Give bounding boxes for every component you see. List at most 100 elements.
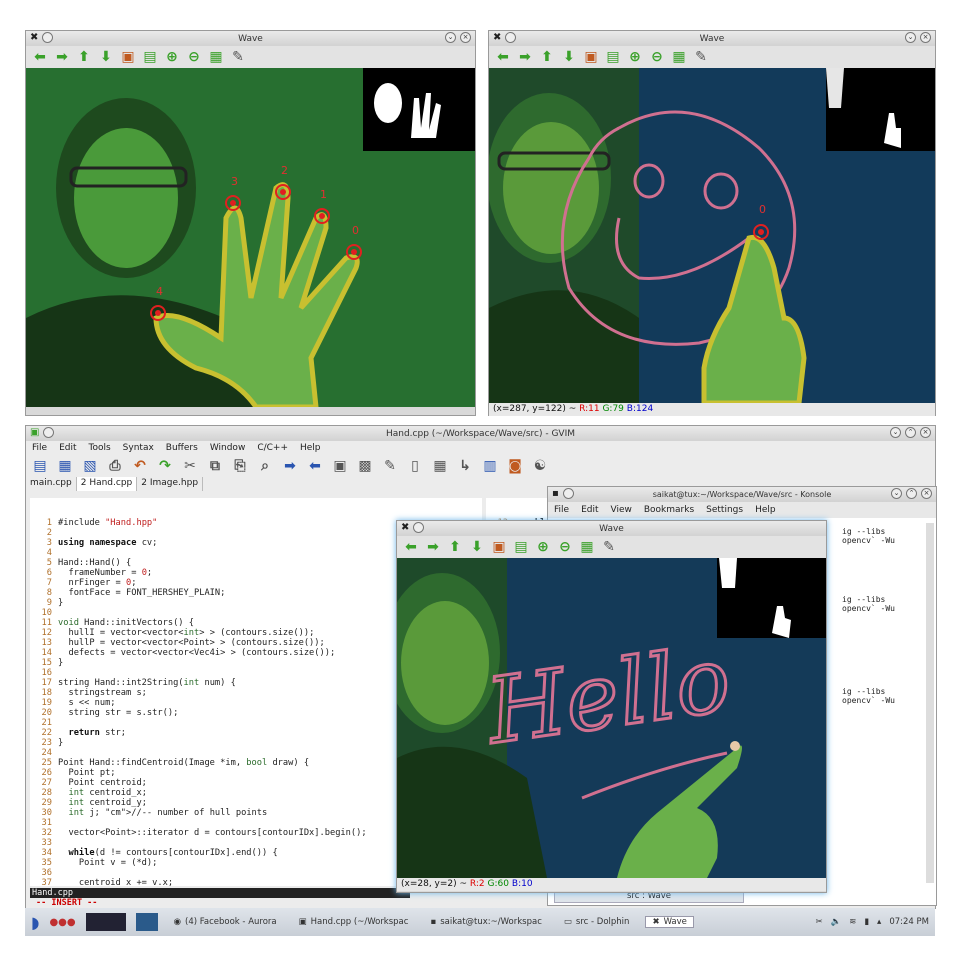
minimize-button[interactable]: ⌄ [891, 488, 902, 499]
minimize-button[interactable]: ⌄ [445, 32, 456, 43]
arrow-left-icon[interactable]: ⬅ [403, 539, 419, 555]
menu-icon[interactable] [413, 522, 425, 533]
find-icon[interactable]: ⌕ [257, 458, 273, 474]
close-button[interactable]: × [920, 32, 931, 43]
save-icon[interactable]: ▦ [579, 539, 595, 555]
arrow-right-icon[interactable]: ➡ [425, 539, 441, 555]
arrow-right-icon[interactable]: ➡ [517, 49, 533, 65]
yin-yang-icon[interactable]: ☯ [532, 458, 548, 474]
task-wave[interactable]: ✖ Wave [645, 916, 694, 928]
paste-icon[interactable]: ⎘ [232, 458, 248, 474]
menu-view[interactable]: View [611, 505, 632, 515]
menu-icon[interactable] [505, 32, 517, 43]
arrow-down-icon[interactable]: ⬇ [469, 539, 485, 555]
save-icon[interactable]: ▦ [57, 458, 73, 474]
arrow-left-icon[interactable]: ⬅ [495, 49, 511, 65]
save-all-icon[interactable]: ▧ [82, 458, 98, 474]
minimize-button[interactable]: ⌄ [905, 32, 916, 43]
menu-syntax[interactable]: Syntax [123, 443, 154, 453]
brush-icon[interactable]: ✎ [601, 539, 617, 555]
picture-icon[interactable]: ▤ [142, 49, 158, 65]
task-gvim[interactable]: ▣ Hand.cpp (~/Workspac [293, 917, 415, 927]
copy-icon[interactable]: ⧉ [207, 458, 223, 474]
arrow-down-icon[interactable]: ⬇ [98, 49, 114, 65]
arrow-right-icon[interactable]: ➡ [54, 49, 70, 65]
build-icon[interactable]: ▩ [357, 458, 373, 474]
task-konsole[interactable]: ▪ saikat@tux:~/Workspac [424, 917, 547, 927]
menu-help[interactable]: Help [300, 443, 321, 453]
forward-icon[interactable]: ➡ [282, 458, 298, 474]
menu-icon[interactable] [42, 32, 54, 43]
session-icon[interactable]: ▣ [332, 458, 348, 474]
minimize-button[interactable]: ⌄ [890, 427, 901, 438]
zoom-in-icon[interactable]: ⊕ [535, 539, 551, 555]
menu-edit[interactable]: Edit [59, 443, 76, 453]
wifi-icon[interactable]: ≋ [849, 917, 856, 927]
volume-icon[interactable]: 🔈 [831, 917, 842, 927]
zoom-in-icon[interactable]: ⊕ [627, 49, 643, 65]
tab-main-cpp[interactable]: main.cpp [26, 477, 77, 491]
close-button[interactable]: × [920, 427, 931, 438]
pager-icon[interactable] [85, 913, 126, 931]
table-icon[interactable]: ▦ [432, 458, 448, 474]
menu-file[interactable]: File [554, 505, 569, 515]
arrow-left-icon[interactable]: ⬅ [32, 49, 48, 65]
undo-icon[interactable]: ↶ [132, 458, 148, 474]
picture-icon[interactable]: ▤ [605, 49, 621, 65]
maximize-button[interactable]: ⌃ [906, 488, 917, 499]
arrow-up-icon[interactable]: ⬆ [76, 49, 92, 65]
brush-icon[interactable]: ✎ [230, 49, 246, 65]
menu-edit[interactable]: Edit [581, 505, 598, 515]
print-icon[interactable]: ⎙ [107, 458, 123, 474]
desktop-icon[interactable] [135, 913, 158, 931]
maximize-button[interactable]: ⌃ [905, 427, 916, 438]
zoom-in-icon[interactable]: ⊕ [164, 49, 180, 65]
redo-icon[interactable]: ↷ [157, 458, 173, 474]
zoom-out-icon[interactable]: ⊖ [557, 539, 573, 555]
save-icon[interactable]: ▦ [208, 49, 224, 65]
menu-file[interactable]: File [32, 443, 47, 453]
script-icon[interactable]: ▥ [482, 458, 498, 474]
task-dolphin[interactable]: ▭ src - Dolphin [558, 917, 636, 927]
close-button[interactable]: × [921, 488, 932, 499]
titlebar[interactable]: ✖ Wave ⌄ × [26, 31, 475, 46]
save-icon[interactable]: ▦ [671, 49, 687, 65]
tab-image-hpp[interactable]: 2 Image.hpp [137, 477, 204, 491]
zoom-out-icon[interactable]: ⊖ [186, 49, 202, 65]
tab-hand-cpp[interactable]: 2 Hand.cpp [76, 477, 138, 491]
task-facebook[interactable]: ◉ (4) Facebook - Aurora [168, 917, 283, 927]
titlebar[interactable]: ✖ Wave ⌄ × [489, 31, 935, 46]
menu-icon[interactable] [562, 488, 574, 499]
zoom-out-icon[interactable]: ⊖ [649, 49, 665, 65]
close-button[interactable]: × [460, 32, 471, 43]
brush-icon[interactable]: ✎ [693, 49, 709, 65]
scrollbar[interactable] [926, 523, 934, 883]
jump-icon[interactable]: ↳ [457, 458, 473, 474]
menu-tools[interactable]: Tools [89, 443, 111, 453]
image-icon[interactable]: ▣ [583, 49, 599, 65]
arrow-up-icon[interactable]: ⬆ [539, 49, 555, 65]
image-icon[interactable]: ▣ [120, 49, 136, 65]
cut-icon[interactable]: ✂ [182, 458, 198, 474]
menu-icon[interactable] [43, 427, 55, 438]
menu-buffers[interactable]: Buffers [166, 443, 198, 453]
arrow-up-icon[interactable]: ⬆ [447, 539, 463, 555]
menu-bookmarks[interactable]: Bookmarks [644, 505, 694, 515]
tag-icon[interactable]: ▯ [407, 458, 423, 474]
menu-help[interactable]: Help [755, 505, 776, 515]
titlebar[interactable]: ✖ Wave [397, 521, 826, 536]
menu-settings[interactable]: Settings [706, 505, 743, 515]
help-icon[interactable]: ◙ [507, 458, 523, 474]
kde-menu-icon[interactable]: ◗ [25, 913, 39, 932]
titlebar[interactable]: ▣ Hand.cpp (~/Workspace/Wave/src) - GVIM… [26, 426, 935, 441]
arrow-down-icon[interactable]: ⬇ [561, 49, 577, 65]
image-icon[interactable]: ▣ [491, 539, 507, 555]
battery-icon[interactable]: ▮ [864, 917, 869, 927]
make-icon[interactable]: ✎ [382, 458, 398, 474]
titlebar[interactable]: ▪ saikat@tux:~/Workspace/Wave/src - Kons… [548, 487, 936, 502]
menu-window[interactable]: Window [210, 443, 246, 453]
picture-icon[interactable]: ▤ [513, 539, 529, 555]
scissors-icon[interactable]: ✂ [816, 917, 823, 927]
back-icon[interactable]: ⬅ [307, 458, 323, 474]
activity-icon[interactable]: ●●● [49, 917, 75, 928]
